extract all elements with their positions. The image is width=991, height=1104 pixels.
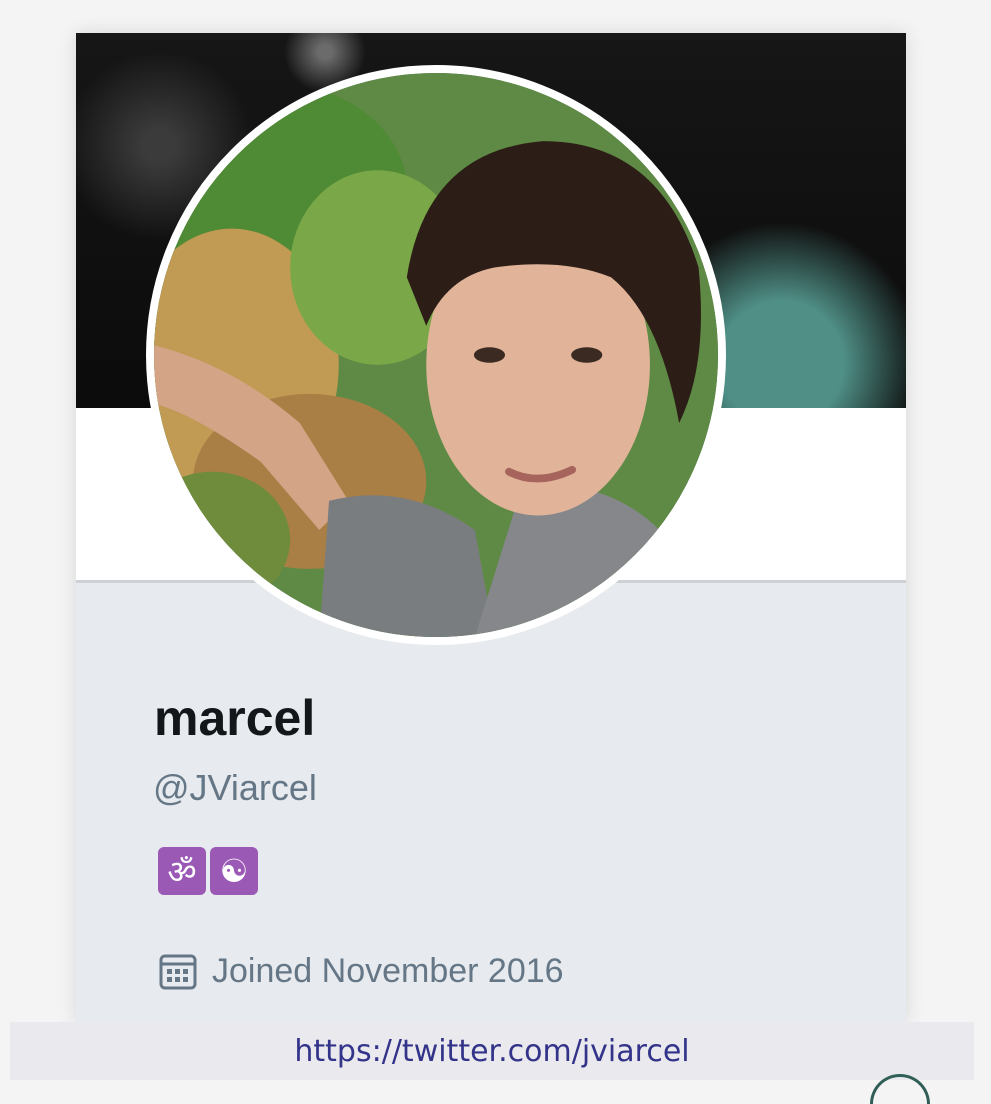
user-handle: @JViarcel [153, 767, 317, 808]
profile-card: marcel @JViarcel ॐ ☯ Joined November 201… [76, 33, 906, 1023]
avatar[interactable] [146, 65, 726, 645]
joined-label: Joined November 2016 [212, 951, 564, 990]
source-url-bar: https://twitter.com/jviarcel [10, 1022, 974, 1080]
avatar-photo [154, 73, 718, 637]
joined-date: Joined November 2016 [158, 951, 564, 991]
bio-emojis: ॐ ☯ [158, 847, 258, 895]
om-emoji-icon: ॐ [158, 847, 206, 895]
source-url-link[interactable]: https://twitter.com/jviarcel [294, 1034, 689, 1069]
display-name: marcel [154, 690, 316, 746]
yin-yang-emoji-icon: ☯ [210, 847, 258, 895]
calendar-icon [159, 954, 197, 990]
